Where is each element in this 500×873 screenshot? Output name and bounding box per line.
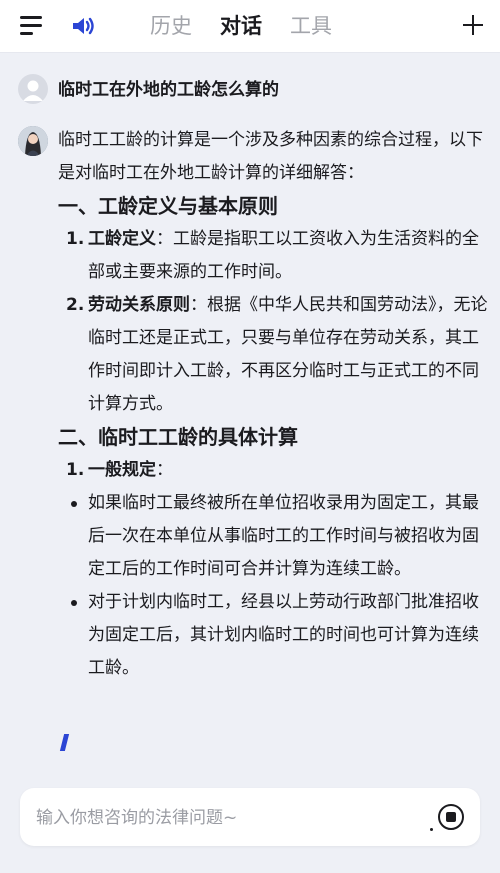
bullet-dot-icon xyxy=(71,600,77,606)
top-bar: 历史 对话 工具 xyxy=(0,0,500,53)
tab-history[interactable]: 历史 xyxy=(150,9,192,43)
list-item: 1. 一般规定： xyxy=(66,460,173,480)
question-input[interactable] xyxy=(34,802,418,834)
indicator-dot xyxy=(430,828,433,831)
speaker-icon[interactable] xyxy=(70,14,96,38)
stop-button[interactable] xyxy=(438,804,464,830)
assistant-answer: 临时工工龄的计算是一个涉及多种因素的综合过程，以下是对临时工在外地工龄计算的详细… xyxy=(58,124,490,685)
tab-tools[interactable]: 工具 xyxy=(290,9,332,43)
section-heading-2: 二、临时工工龄的具体计算 xyxy=(58,425,298,449)
menu-icon[interactable] xyxy=(20,16,44,36)
typing-cursor-icon xyxy=(59,734,70,751)
user-question-text: 临时工在外地的工龄怎么算的 xyxy=(58,80,279,100)
bullet-item: 如果临时工最终被所在单位招收录用为固定工，其最后一次在本单位从事临时工的工作时间… xyxy=(58,487,490,586)
assistant-avatar-icon xyxy=(18,126,48,156)
answer-intro: 临时工工龄的计算是一个涉及多种因素的综合过程，以下是对临时工在外地工龄计算的详细… xyxy=(58,130,483,183)
list-item: 2. 劳动关系原则：根据《中华人民共和国劳动法》，无论临时工还是正式工，只要与单位… xyxy=(66,295,488,414)
section-heading-1: 一、工龄定义与基本原则 xyxy=(58,194,278,218)
chat-input-bar xyxy=(20,788,480,846)
user-question-row: 临时工在外地的工龄怎么算的 xyxy=(18,74,488,106)
tab-bar: 历史 对话 工具 xyxy=(150,9,350,43)
bullet-dot-icon xyxy=(71,501,77,507)
plus-icon[interactable] xyxy=(462,14,484,36)
tab-chat[interactable]: 对话 xyxy=(220,9,262,43)
user-avatar-icon xyxy=(18,74,48,104)
list-item: 1. 工龄定义：工龄是指职工以工资收入为生活资料的全部或主要来源的工作时间。 xyxy=(66,229,479,282)
bullet-item: 对于计划内临时工，经县以上劳动行政部门批准招收为固定工后，其计划内临时工的时间也… xyxy=(58,586,490,685)
